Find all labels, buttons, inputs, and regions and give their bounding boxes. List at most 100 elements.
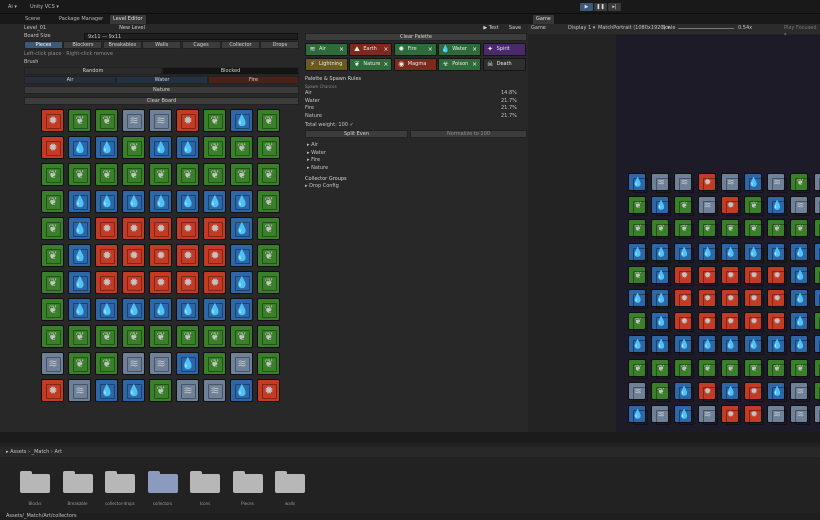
board-tile[interactable]: ✹ <box>674 312 695 333</box>
board-tile[interactable]: 💧 <box>628 405 648 425</box>
board-tile[interactable]: 💧 <box>674 381 695 402</box>
board-tile[interactable]: ❦ <box>257 271 280 294</box>
board-tile[interactable]: ≋ <box>767 405 788 425</box>
board-tile[interactable]: ≋ <box>813 405 820 425</box>
board-tile[interactable]: ❦ <box>257 136 280 159</box>
tab-package-manager[interactable]: Package Manager <box>56 15 106 24</box>
board-tile[interactable]: 💧 <box>767 196 788 217</box>
play-focused-dropdown[interactable]: Play Focused ▾ <box>784 25 820 38</box>
board-tile[interactable]: 💧 <box>674 405 695 425</box>
mode-tab-collector[interactable]: Collector <box>221 41 260 49</box>
pause-icon[interactable]: ❚❚ <box>594 3 607 11</box>
nature-brush-button[interactable]: Nature <box>24 86 299 94</box>
drop-config-foldout[interactable]: ▸ Drop Config <box>305 183 339 190</box>
board-tile[interactable]: ❦ <box>790 358 811 379</box>
board-tile[interactable]: 💧 <box>230 244 253 267</box>
board-tile[interactable]: ❦ <box>203 136 226 159</box>
spawn-foldout[interactable]: ▸ Air <box>307 142 318 149</box>
board-tile[interactable]: 💧 <box>767 242 788 263</box>
board-tile[interactable]: 💧 <box>176 190 199 213</box>
board-tile[interactable]: ❦ <box>813 265 820 286</box>
board-tile[interactable]: ❦ <box>697 219 718 240</box>
board-tile[interactable]: ❦ <box>628 219 648 240</box>
board-tile[interactable]: ❦ <box>744 358 764 379</box>
board-tile[interactable]: ≋ <box>122 109 145 132</box>
board-tile[interactable]: 💧 <box>697 242 718 263</box>
board-tile[interactable]: 💧 <box>628 173 648 193</box>
board-tile[interactable]: 💧 <box>203 298 226 321</box>
board-tile[interactable]: ✹ <box>674 289 695 309</box>
palette-item-lightning[interactable]: ⚡ Lightning <box>305 58 348 71</box>
folder-icon[interactable] <box>232 471 263 493</box>
palette-item-earth[interactable]: ⛰ Earth × <box>349 43 393 56</box>
board-tile[interactable]: 💧 <box>149 136 172 159</box>
board-tile[interactable]: ❦ <box>41 325 64 348</box>
board-tile[interactable]: ❦ <box>230 163 253 186</box>
mode-tab-breakables[interactable]: Breakables <box>102 41 142 49</box>
board-tile[interactable]: ✹ <box>122 271 145 294</box>
board-tile[interactable]: ≋ <box>149 109 172 132</box>
game-display-dropdown[interactable]: Game <box>531 25 546 32</box>
board-tile[interactable]: ✹ <box>95 217 118 240</box>
board-tile[interactable]: 💧 <box>68 271 91 294</box>
board-tile[interactable]: ❦ <box>149 163 172 186</box>
board-tile[interactable]: 💧 <box>674 242 695 263</box>
board-tile[interactable]: ❦ <box>628 312 648 333</box>
split-even-button[interactable]: Split Even <box>305 130 408 138</box>
board-tile[interactable]: ≋ <box>122 352 145 375</box>
tab-game[interactable]: Game <box>533 15 554 24</box>
palette-item-air[interactable]: ≋ Air × <box>305 43 348 56</box>
board-tile[interactable]: ✹ <box>149 217 172 240</box>
board-tile[interactable]: ❦ <box>674 196 695 217</box>
board-tile[interactable]: ❦ <box>203 352 226 375</box>
folder-icon[interactable] <box>190 471 220 493</box>
board-tile[interactable]: ✹ <box>149 244 172 267</box>
board-tile[interactable]: 💧 <box>790 312 811 333</box>
board-tile[interactable]: ≋ <box>628 381 648 402</box>
board-tile[interactable]: 💧 <box>68 244 91 267</box>
board-tile[interactable]: ≋ <box>203 379 226 402</box>
board-tile[interactable]: ✹ <box>122 217 145 240</box>
board-tile[interactable]: ❦ <box>674 219 695 240</box>
board-tile[interactable]: ❦ <box>68 163 91 186</box>
board-tile[interactable]: ❦ <box>257 298 280 321</box>
fire-brush-button[interactable]: Fire <box>208 76 299 84</box>
panel-splitter[interactable] <box>0 432 820 443</box>
mode-tab-drops[interactable]: Drops <box>260 41 300 49</box>
tab-scene[interactable]: Scene <box>22 15 43 24</box>
board-tile[interactable]: ≋ <box>68 379 91 402</box>
board-tile[interactable]: ≋ <box>674 173 695 193</box>
board-tile[interactable]: ✹ <box>744 405 764 425</box>
normalize-button[interactable]: Normalize to 100 <box>410 130 527 138</box>
remove-icon[interactable]: × <box>472 59 477 70</box>
board-tile[interactable]: 💧 <box>767 381 788 402</box>
board-tile[interactable]: 💧 <box>230 271 253 294</box>
palette-item-spirit[interactable]: ✦ Spirit <box>482 43 526 56</box>
board-tile[interactable]: ✹ <box>744 289 764 309</box>
board-tile[interactable]: ❦ <box>744 219 764 240</box>
board-tile[interactable]: ❦ <box>257 190 280 213</box>
board-tile[interactable]: ❦ <box>628 196 648 217</box>
board-tile[interactable]: ≋ <box>813 196 820 217</box>
board-tile[interactable]: 💧 <box>651 196 672 217</box>
palette-item-death[interactable]: ☠ Death <box>482 58 526 71</box>
board-tile[interactable]: ❦ <box>41 298 64 321</box>
board-tile[interactable]: ✹ <box>720 405 741 425</box>
board-tile[interactable]: ✹ <box>122 244 145 267</box>
board-tile[interactable]: ❦ <box>720 358 741 379</box>
board-tile[interactable]: ✹ <box>149 271 172 294</box>
board-tile[interactable]: ≋ <box>41 352 64 375</box>
board-tile[interactable]: ❦ <box>41 163 64 186</box>
board-tile[interactable]: ≋ <box>790 405 811 425</box>
board-tile[interactable]: 💧 <box>813 335 820 356</box>
board-tile[interactable]: ✹ <box>697 289 718 309</box>
board-tile[interactable]: ❦ <box>790 173 811 193</box>
board-tile[interactable]: ✹ <box>203 217 226 240</box>
board-tile[interactable]: 💧 <box>720 335 741 356</box>
board-tile[interactable]: ❦ <box>697 358 718 379</box>
board-tile[interactable]: ❦ <box>813 312 820 333</box>
scale-slider[interactable] <box>678 28 734 29</box>
board-tile[interactable]: ✹ <box>176 244 199 267</box>
board-tile[interactable]: 💧 <box>720 242 741 263</box>
palette-item-fire[interactable]: ✹ Fire × <box>393 43 437 56</box>
